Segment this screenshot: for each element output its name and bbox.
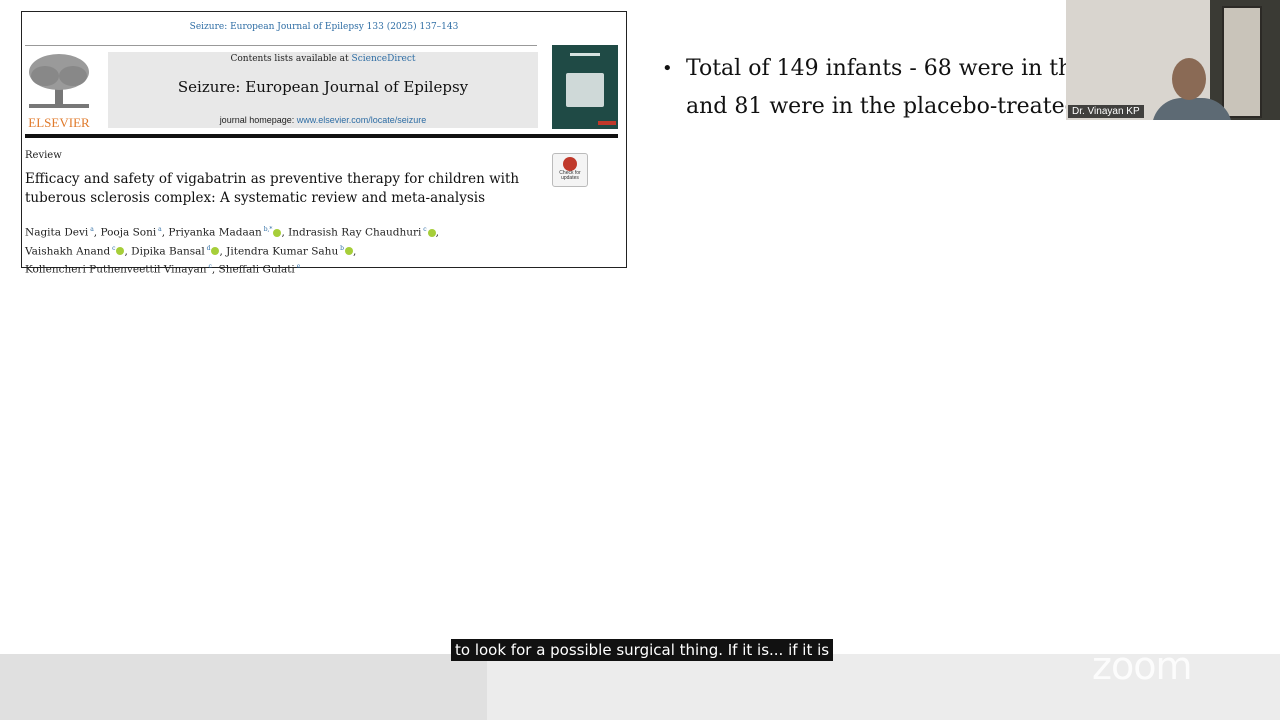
video-window-frame	[1222, 6, 1262, 118]
publisher-logo-text: ELSEVIER	[28, 115, 90, 130]
contents-prefix: Contents lists available at	[230, 54, 352, 64]
author-name[interactable]: Pooja Soni	[100, 227, 156, 239]
article-type: Review	[25, 150, 62, 161]
orcid-icon[interactable]	[344, 247, 353, 255]
contents-available: Contents lists available at ScienceDirec…	[108, 54, 538, 64]
cover-title-mark	[570, 53, 600, 56]
author-affiliation: c	[421, 226, 427, 233]
orcid-icon[interactable]	[427, 228, 436, 237]
elsevier-logo: ELSEVIER	[25, 52, 93, 130]
author-list: Nagita Devi a, Pooja Soni a, Priyanka Ma…	[25, 226, 440, 276]
live-caption: to look for a possible surgical thing. I…	[451, 639, 834, 661]
author-name[interactable]: Dipika Bansal	[131, 245, 205, 257]
journal-homepage: journal homepage: www.elsevier.com/locat…	[108, 115, 538, 125]
paper-header-card: Seizure: European Journal of Epilepsy 13…	[21, 11, 627, 276]
speaker-head	[1172, 58, 1206, 100]
author-affiliation: b,*	[261, 226, 273, 233]
homepage-link[interactable]: www.elsevier.com/locate/seizure	[297, 115, 427, 125]
orcid-icon[interactable]	[116, 247, 125, 255]
author-name[interactable]: Priyanka Madaan	[168, 227, 261, 239]
bullet-line-1: Total of 149 infants - 68 were in the V	[686, 56, 1109, 81]
cover-brain-image	[566, 73, 604, 107]
divider	[25, 45, 537, 46]
bullet-line-2: and 81 were in the placebo-treated gr	[686, 94, 1111, 119]
orcid-icon[interactable]	[211, 247, 220, 255]
journal-banner: Contents lists available at ScienceDirec…	[108, 52, 538, 128]
author-affiliation: a	[156, 226, 162, 233]
author-name[interactable]: Sheffali Gulati	[219, 264, 295, 276]
orcid-icon[interactable]	[273, 228, 282, 237]
author-name[interactable]: Vaishakh Anand	[25, 245, 110, 257]
bullet-dot: •	[662, 58, 673, 79]
check-for-updates-badge[interactable]: Check for updates	[552, 153, 588, 187]
author-affiliation: d	[204, 244, 211, 252]
check-updates-label: Check for updates	[559, 170, 581, 181]
speaker-video[interactable]: Dr. Vinayan KP	[1066, 0, 1280, 120]
journal-name: Seizure: European Journal of Epilepsy	[177, 78, 469, 96]
author-name[interactable]: Kollencheri Puthenveettil Vinayan	[25, 264, 207, 276]
bullet-text: Total of 149 infants - 68 were in the V …	[686, 50, 1110, 126]
article-title: Efficacy and safety of vigabatrin as pre…	[25, 171, 520, 206]
author-affiliation: c	[110, 244, 116, 252]
author-affiliation: e	[294, 263, 301, 270]
bottom-bar-left	[0, 654, 487, 720]
author-affiliation: a	[88, 226, 94, 233]
journal-citation: Seizure: European Journal of Epilepsy 13…	[189, 22, 459, 32]
homepage-prefix: journal homepage:	[219, 115, 297, 125]
tree-icon	[29, 54, 89, 108]
author-affiliation: c	[206, 263, 212, 270]
thick-divider	[25, 134, 618, 138]
author-name[interactable]: Indrasish Ray Chaudhuri	[288, 227, 421, 239]
cover-publisher-mark	[598, 121, 616, 125]
zoom-watermark: zoom	[1092, 644, 1192, 688]
author-name[interactable]: Jitendra Kumar Sahu	[226, 245, 338, 257]
journal-cover-image	[552, 45, 618, 129]
author-name[interactable]: Nagita Devi	[25, 227, 88, 239]
speaker-name-tag: Dr. Vinayan KP	[1068, 105, 1144, 118]
bookmark-icon	[563, 157, 577, 171]
sciencedirect-link[interactable]: ScienceDirect	[352, 54, 416, 64]
author-affiliation: b	[338, 244, 344, 252]
